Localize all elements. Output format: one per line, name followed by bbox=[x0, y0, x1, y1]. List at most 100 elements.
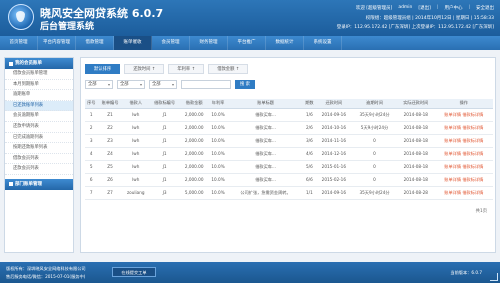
logout-link[interactable]: [退出] bbox=[418, 5, 431, 11]
row-actions[interactable]: 账单详情 借款标详情 bbox=[434, 173, 493, 187]
sidebar-group-header[interactable]: 我的会员账单 bbox=[5, 58, 73, 69]
sidebar-items: 借款会员账单管理 本月到期账单 逾期账单 已还款账单列表 会员逾期账单 还款申请列表 已完成… bbox=[5, 69, 73, 175]
sidebar-item[interactable]: 逾期账单 bbox=[5, 90, 73, 101]
table-body: 1 Z1 lwh J1 2,000.00 10.0% 借款买车... 1/6 2014-09-1… bbox=[85, 108, 493, 200]
table-cell: J1 bbox=[148, 121, 181, 135]
table-cell: 2014-12-16 bbox=[315, 147, 353, 161]
status-text: 权限组：超级管理员组 | 2014年10月12日 | 星期日 | 15:58:3… bbox=[365, 16, 494, 21]
table-row: 7 Z7 zouliang J3 5,000.00 10.0% 公司扩张，急需资金周转。 1/… bbox=[85, 186, 493, 200]
table-cell: 2,000.00 bbox=[180, 147, 209, 161]
column-header: 借款标编号 bbox=[148, 99, 181, 109]
table-cell: 10.0% bbox=[208, 160, 228, 174]
sort-tab[interactable]: 还款时间 ↑ bbox=[124, 64, 165, 74]
table-cell: 1/6 bbox=[303, 108, 316, 122]
table-cell: 2014-09-16 bbox=[315, 186, 353, 200]
username-link[interactable]: admin bbox=[398, 5, 412, 11]
table-cell: 1/1 bbox=[303, 186, 316, 200]
user-center-link[interactable]: 用户中心 bbox=[444, 5, 462, 11]
table-row: 3 Z3 lwh J1 2,000.00 10.0% 借款买车... 3/6 2014-11-1… bbox=[85, 134, 493, 148]
table-row: 6 Z6 lwh J1 2,000.00 10.0% 借款买车... 6/6 2015-02-1… bbox=[85, 173, 493, 187]
table-cell: 4/6 bbox=[303, 147, 316, 161]
table-cell: 借款买车... bbox=[228, 108, 304, 122]
table-cell: 2015-01-16 bbox=[315, 160, 353, 174]
nav-item[interactable]: 账单催收 bbox=[114, 36, 152, 50]
nav-item[interactable]: 系统设置 bbox=[304, 36, 342, 50]
row-actions[interactable]: 账单详情 借款标详情 bbox=[434, 147, 493, 161]
sidebar-item[interactable]: 已还款账单列表 bbox=[5, 100, 73, 112]
filter-select-2[interactable]: 全部 bbox=[117, 80, 145, 89]
nav-item[interactable]: 借款管理 bbox=[76, 36, 114, 50]
sidebar-item[interactable]: 借款会员列表 bbox=[5, 154, 73, 165]
table-cell: 2014-08-18 bbox=[396, 173, 435, 187]
table-cell: 7 bbox=[85, 186, 98, 200]
welcome-text: 欢迎 [超级管理员] bbox=[355, 6, 393, 11]
user-bar: 欢迎 [超级管理员] admin [退出] | 用户中心 | 安全退出 bbox=[356, 5, 494, 11]
table-cell: 0 bbox=[352, 147, 397, 161]
select-value: 全部 bbox=[120, 81, 129, 87]
copyright-text: 版权所有：深圳晓风安全网络科技有限公司 bbox=[6, 266, 86, 271]
nav-item[interactable]: 平台推广 bbox=[228, 36, 266, 50]
table-cell: lwh bbox=[122, 121, 149, 135]
table-cell: 10.0% bbox=[208, 108, 228, 122]
row-actions[interactable]: 账单详情 借款标详情 bbox=[434, 108, 493, 122]
sidebar-group-title: 我的会员账单 bbox=[15, 61, 42, 66]
search-button[interactable]: 搜 索 bbox=[235, 80, 255, 89]
sidebar-group-header[interactable]: 部门账单管理 bbox=[5, 178, 73, 190]
submit-ticket-button[interactable]: 在线提交工单 bbox=[112, 267, 156, 277]
table-cell: zouliang bbox=[122, 186, 149, 200]
row-actions[interactable]: 账单详情 借款标详情 bbox=[434, 160, 493, 174]
sort-tab[interactable]: 默认排序 bbox=[85, 64, 121, 74]
table-cell: 2,000.00 bbox=[180, 160, 209, 174]
sidebar-item[interactable]: 本月到期账单 bbox=[5, 80, 73, 91]
divider: | bbox=[468, 5, 470, 10]
table-cell: 3/6 bbox=[303, 134, 316, 148]
sidebar-item[interactable]: 按期还款账单列表 bbox=[5, 143, 73, 154]
column-header: 年利率 bbox=[208, 99, 228, 109]
column-header: 借款金额 bbox=[180, 99, 209, 109]
sort-tab[interactable]: 年利率 ↑ bbox=[168, 64, 205, 74]
nav-item[interactable]: 平台内容管理 bbox=[38, 36, 76, 50]
sidebar-item[interactable]: 会员逾期账单 bbox=[5, 111, 73, 122]
table-cell: 2014-09-16 bbox=[315, 108, 353, 122]
table-cell: 0 bbox=[352, 160, 397, 174]
app-subtitle: 后台管理系统 bbox=[40, 22, 95, 32]
sidebar-item[interactable]: 还款申请列表 bbox=[5, 122, 73, 133]
column-header: 实际还款时间 bbox=[396, 99, 435, 109]
table-cell: 2014-11-16 bbox=[315, 134, 353, 148]
table-row: 2 Z2 lwh J1 2,000.00 10.0% 借款买车... 2/6 2014-10-1… bbox=[85, 121, 493, 135]
row-actions[interactable]: 账单详情 借款标详情 bbox=[434, 134, 493, 148]
safe-exit-link[interactable]: 安全退出 bbox=[476, 5, 494, 11]
version-text: 当前版本：6.0.7 bbox=[450, 270, 482, 275]
logo-icon bbox=[8, 4, 34, 30]
sidebar-item[interactable]: 借款会员账单管理 bbox=[5, 69, 73, 80]
select-value: 全部 bbox=[152, 81, 161, 87]
filter-select-1[interactable]: 全部 bbox=[85, 80, 113, 89]
table-cell: 2,000.00 bbox=[180, 173, 209, 187]
search-input[interactable] bbox=[181, 80, 231, 89]
table-header: 序号 账单编号 借款人 借款标编号 借款金额 年利率 账单标题 期数 还款时间 逾期时间 实际还款时… bbox=[85, 99, 493, 109]
row-actions[interactable]: 账单详情 借款标详情 bbox=[434, 121, 493, 135]
row-actions[interactable]: 账单详情 借款标详情 bbox=[434, 186, 493, 200]
table-cell: 10.0% bbox=[208, 186, 228, 200]
nav-item[interactable]: 会员管理 bbox=[152, 36, 190, 50]
table-cell: Z6 bbox=[97, 173, 123, 187]
sort-tab[interactable]: 借款金额 ↑ bbox=[208, 64, 249, 74]
footer: 版权所有：深圳晓风安全网络科技有限公司 售后服务电话/微信：2015-07-01… bbox=[0, 262, 500, 283]
column-header: 账单标题 bbox=[228, 99, 304, 109]
table-cell: Z4 bbox=[97, 147, 123, 161]
pager[interactable]: 共1页 bbox=[476, 208, 487, 214]
sidebar-item[interactable]: 已完成逾期列表 bbox=[5, 133, 73, 144]
nav-item[interactable]: 财务管理 bbox=[190, 36, 228, 50]
table-cell: lwh bbox=[122, 173, 149, 187]
table-cell: 2/6 bbox=[303, 121, 316, 135]
nav-item[interactable]: 数据统计 bbox=[266, 36, 304, 50]
square-icon bbox=[9, 182, 13, 187]
table-cell: 3 bbox=[85, 134, 98, 148]
sidebar-item[interactable]: 还款会员列表 bbox=[5, 164, 73, 175]
table-cell: 1 bbox=[85, 108, 98, 122]
table-cell: 0 bbox=[352, 134, 397, 148]
table-cell: 0 bbox=[352, 173, 397, 187]
table-cell: 10.0% bbox=[208, 147, 228, 161]
filter-select-3[interactable]: 全部 bbox=[149, 80, 177, 89]
nav-item[interactable]: 首页管理 bbox=[0, 36, 38, 50]
